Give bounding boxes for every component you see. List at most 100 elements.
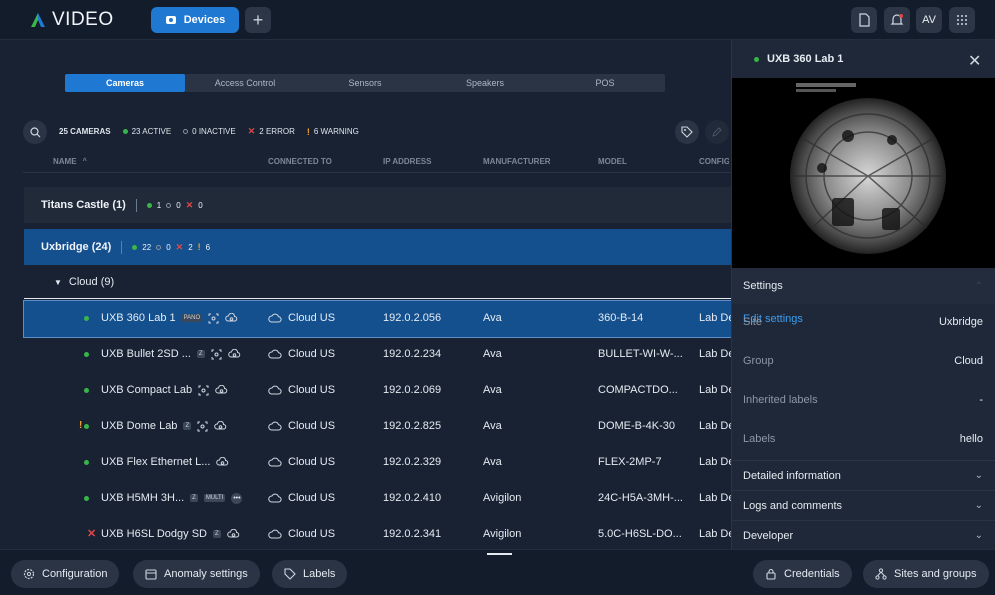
warning-count[interactable]: ! 6 WARNING xyxy=(307,127,359,137)
scroll-handle[interactable] xyxy=(487,553,512,555)
cloud-camera-icon xyxy=(227,348,240,357)
logo-text: VIDEO xyxy=(52,9,114,30)
detect-icon xyxy=(211,349,222,359)
section-logs-and-comments[interactable]: Logs and comments ⌄ xyxy=(732,490,995,520)
search-button[interactable] xyxy=(23,120,47,144)
camera-row[interactable]: UXB Flex Ethernet L... Cloud US 192.0.2.32… xyxy=(24,445,731,481)
model: BULLET-WI-W-... xyxy=(598,348,683,360)
section-title: Detailed information xyxy=(743,469,841,482)
field-site: Site Uxbridge xyxy=(732,307,995,337)
tab-cameras[interactable]: Cameras xyxy=(65,74,185,92)
manufacturer: Ava xyxy=(483,420,502,432)
field-group: Group Cloud xyxy=(732,346,995,376)
warning-icon: ! xyxy=(79,420,83,431)
configuration-button[interactable]: Configuration xyxy=(11,560,120,588)
ip-address: 192.0.2.341 xyxy=(383,528,442,540)
section-title: Developer xyxy=(743,529,794,542)
tab-speakers[interactable]: Speakers xyxy=(425,74,545,92)
camera-row[interactable]: UXB 360 Lab 1 PANO Cloud US 192.0.2.056 Ava 3… xyxy=(23,300,732,338)
subgroup-label: Cloud (9) xyxy=(68,276,115,288)
cloud-camera-icon xyxy=(215,384,228,393)
labels-button[interactable]: Labels xyxy=(272,560,348,588)
connected-to-text: Cloud US xyxy=(288,456,336,468)
section-detailed-information[interactable]: Detailed information ⌄ xyxy=(732,460,995,490)
camera-badge: Z xyxy=(190,494,198,502)
camera-badge: PANO xyxy=(181,314,203,322)
anomaly-settings-button[interactable]: Anomaly settings xyxy=(133,560,260,588)
inactive-count[interactable]: 0 INACTIVE xyxy=(183,127,236,136)
credentials-button[interactable]: Credentials xyxy=(753,560,852,588)
pencil-icon xyxy=(712,127,722,137)
status-dot xyxy=(84,424,89,429)
connected-to-text: Cloud US xyxy=(288,348,336,360)
devices-tab[interactable]: Devices xyxy=(151,7,239,33)
notifications-button[interactable] xyxy=(884,7,910,33)
edit-button[interactable] xyxy=(705,120,729,144)
active-count[interactable]: 23 ACTIVE xyxy=(122,127,171,136)
device-type-tabs: Cameras Access Control Sensors Speakers … xyxy=(65,74,665,92)
chevron-down-icon: ⌄ xyxy=(974,500,983,511)
caret-down-icon: ▼ xyxy=(54,277,62,287)
camera-row[interactable]: UXB Bullet 2SD ... Z Cloud US 192.0.2.234 Av… xyxy=(24,337,731,373)
config: Lab De xyxy=(699,384,731,396)
col-config[interactable]: CONFIG xyxy=(699,157,729,166)
add-tab-button[interactable]: + xyxy=(245,7,271,33)
group-titans-castle[interactable]: Titans Castle (1) 1 0 ✕ 0 xyxy=(24,187,731,223)
camera-row[interactable]: UXB H5MH 3H... Z MULTI ••• Cloud US 192.0.2.4… xyxy=(24,481,731,517)
settings-title: Settings xyxy=(743,280,783,292)
connected-to: Cloud US xyxy=(268,456,335,468)
group-counts: 22 0 ✕ 2 ! 6 xyxy=(132,242,210,253)
camera-row[interactable]: UXB Compact Lab Cloud US 192.0.2.069 Ava COM… xyxy=(24,373,731,409)
subgroup-cloud[interactable]: ▼ Cloud (9) xyxy=(24,266,731,299)
inactive-label: 0 INACTIVE xyxy=(192,127,236,136)
bell-icon xyxy=(890,14,904,25)
col-ip-address[interactable]: IP ADDRESS xyxy=(383,157,431,166)
group-uxbridge[interactable]: Uxbridge (24) 22 0 ✕ 2 ! 6 xyxy=(24,229,731,265)
error-count[interactable]: ✕ 2 ERROR xyxy=(248,126,295,137)
warning-label: 6 WARNING xyxy=(313,127,359,136)
avatar[interactable]: AV xyxy=(916,7,942,33)
camera-name: UXB 360 Lab 1 PANO xyxy=(101,312,238,324)
camera-name-text: UXB Compact Lab xyxy=(101,384,193,396)
manufacturer: Ava xyxy=(483,348,502,360)
cloud-camera-icon xyxy=(226,528,239,537)
camera-row[interactable]: ! UXB Dome Lab Z Cloud US 192.0.2.825 Ava DOME… xyxy=(24,409,731,445)
logo[interactable]: VIDEO xyxy=(30,9,114,31)
camera-badge: Z xyxy=(196,350,205,358)
apps-button[interactable] xyxy=(949,7,975,33)
tab-pos[interactable]: POS xyxy=(545,74,665,92)
warning-icon: ! xyxy=(197,242,201,252)
col-model[interactable]: MODEL xyxy=(598,157,627,166)
error-icon: ✕ xyxy=(185,199,194,210)
camera-badge: Z xyxy=(183,422,192,430)
col-manufacturer[interactable]: MANUFACTURER xyxy=(483,157,551,166)
tab-sensors[interactable]: Sensors xyxy=(305,74,425,92)
close-icon[interactable]: ✕ xyxy=(968,51,981,71)
field-key: Labels xyxy=(743,433,776,445)
col-connected-to[interactable]: CONNECTED TO xyxy=(268,157,332,166)
warning-icon: ! xyxy=(306,126,310,137)
camera-preview[interactable] xyxy=(732,78,995,268)
detect-icon xyxy=(198,385,209,395)
camera-row[interactable]: ✕ UXB H6SL Dodgy SD Z Cloud US 192.0.2.341 Av… xyxy=(24,517,731,553)
cloud-camera-icon xyxy=(216,456,229,465)
connected-to: Cloud US xyxy=(268,384,335,396)
chevron-down-icon: ⌄ xyxy=(974,530,983,541)
settings-section[interactable]: Settings ⌃ xyxy=(732,268,995,304)
manufacturer: Ava xyxy=(483,456,502,468)
model: 5.0C-H6SL-DO... xyxy=(598,528,682,540)
group-counts: 1 0 ✕ 0 xyxy=(146,199,203,211)
document-button[interactable] xyxy=(851,7,877,33)
section-developer[interactable]: Developer ⌄ xyxy=(732,520,995,550)
tag-button[interactable] xyxy=(675,120,699,144)
connected-to-text: Cloud US xyxy=(288,492,336,504)
sites-and-groups-button[interactable]: Sites and groups xyxy=(863,560,989,588)
col-name[interactable]: NAME ^ xyxy=(53,157,87,166)
tab-access-control[interactable]: Access Control xyxy=(185,74,305,92)
chevron-up-icon: ⌃ xyxy=(974,280,983,292)
calendar-icon xyxy=(145,569,157,580)
anomaly-label: Anomaly settings xyxy=(164,568,248,580)
more-icon[interactable]: ••• xyxy=(231,492,243,504)
status-dot xyxy=(84,316,89,321)
cloud-icon xyxy=(268,457,282,467)
